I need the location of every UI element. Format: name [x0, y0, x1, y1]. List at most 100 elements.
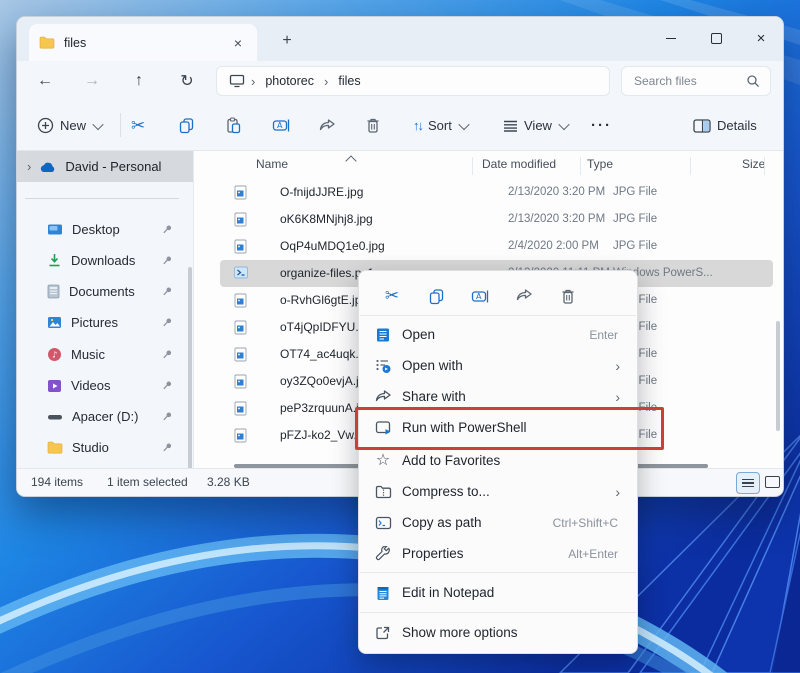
- chevron-down-icon: [458, 118, 469, 129]
- jpg-file-icon: [234, 185, 247, 200]
- vertical-scrollbar[interactable]: [776, 321, 780, 431]
- copy-icon: [428, 288, 445, 305]
- menu-item-compress-to[interactable]: Compress to... ›: [364, 477, 632, 507]
- cut-button[interactable]: ✂: [375, 281, 409, 311]
- sidebar-item-music[interactable]: ♪ Music: [21, 340, 181, 369]
- compress-icon: [374, 483, 392, 501]
- column-divider[interactable]: [690, 157, 691, 175]
- delete-button[interactable]: [551, 281, 585, 311]
- back-button[interactable]: ←: [30, 66, 60, 96]
- pictures-icon: [47, 316, 62, 329]
- documents-icon: [47, 284, 60, 299]
- forward-button[interactable]: →: [77, 66, 107, 96]
- copy-button[interactable]: [419, 281, 453, 311]
- breadcrumb[interactable]: › photorec › files: [216, 66, 610, 96]
- menu-item-edit-in-notepad[interactable]: Edit in Notepad: [364, 578, 632, 608]
- sidebar-item-desktop[interactable]: Desktop: [21, 215, 181, 244]
- jpg-file-icon: [234, 374, 247, 389]
- menu-item-share-with[interactable]: Share with ›: [364, 382, 632, 412]
- column-header-name[interactable]: Name: [256, 157, 288, 171]
- pin-icon: [162, 442, 173, 453]
- svg-text:♪: ♪: [52, 351, 57, 361]
- tab-close-icon[interactable]: ×: [229, 34, 247, 52]
- desktop: files × + × ← → ↑ ↻ › photorec › files: [0, 0, 800, 673]
- menu-item-open[interactable]: Open Enter: [364, 320, 632, 350]
- copy-icon: [178, 117, 195, 134]
- copy-button[interactable]: [170, 109, 203, 142]
- close-button[interactable]: ×: [744, 23, 778, 53]
- sidebar-item-label: Apacer (D:): [72, 409, 153, 424]
- menu-item-copy-as-path[interactable]: Copy as path Ctrl+Shift+C: [364, 508, 632, 538]
- svg-text:A: A: [277, 121, 283, 130]
- menu-item-properties[interactable]: Properties Alt+Enter: [364, 539, 632, 569]
- menu-item-show-more-options[interactable]: Show more options: [364, 618, 632, 648]
- chevron-down-icon: [558, 118, 569, 129]
- cut-button[interactable]: ✂: [123, 109, 153, 142]
- trash-icon: [560, 288, 576, 305]
- quick-actions-row: ✂ A: [369, 279, 627, 313]
- rename-button[interactable]: A: [463, 281, 497, 311]
- show-more-icon: [374, 624, 392, 642]
- share-button[interactable]: [310, 109, 344, 142]
- sidebar-item-drive-d[interactable]: Apacer (D:): [21, 402, 181, 431]
- column-divider[interactable]: [764, 157, 765, 175]
- search-box[interactable]: [621, 66, 771, 96]
- menu-item-run-with-powershell[interactable]: Run with PowerShell: [364, 413, 632, 443]
- wrench-icon: [374, 545, 392, 563]
- sort-button[interactable]: ↑↓ Sort: [405, 109, 476, 142]
- new-tab-button[interactable]: +: [275, 29, 299, 53]
- refresh-button[interactable]: ↻: [172, 66, 202, 96]
- sidebar-item-onedrive[interactable]: › David - Personal: [17, 151, 193, 182]
- see-more-button[interactable]: ···: [583, 109, 620, 142]
- document-open-icon: [374, 326, 392, 344]
- rename-button[interactable]: A: [264, 109, 298, 142]
- column-header-size[interactable]: Size: [742, 157, 765, 171]
- sidebar-item-videos[interactable]: Videos: [21, 371, 181, 400]
- column-divider[interactable]: [580, 157, 581, 175]
- maximize-button[interactable]: [699, 23, 733, 53]
- thumbnail-view-icon: [765, 476, 780, 488]
- view-button[interactable]: View: [495, 109, 576, 142]
- downloads-icon: [47, 253, 62, 268]
- file-row[interactable]: O-fnijdJJRE.jpg 2/13/2020 3:20 PM JPG Fi…: [220, 179, 773, 206]
- pin-icon: [162, 224, 173, 235]
- sort-ascending-icon: [345, 155, 356, 166]
- cut-icon: ✂: [385, 286, 399, 306]
- sidebar-item-documents[interactable]: Documents: [21, 277, 181, 306]
- up-button[interactable]: ↑: [124, 66, 154, 96]
- thumbnail-view-toggle[interactable]: [761, 472, 783, 492]
- search-input[interactable]: [632, 73, 746, 89]
- chevron-right-icon: ›: [245, 74, 261, 89]
- sidebar-item-pictures[interactable]: Pictures: [21, 308, 181, 337]
- share-button[interactable]: [507, 281, 541, 311]
- details-button-label: Details: [717, 118, 757, 133]
- rename-icon: A: [272, 117, 290, 134]
- chevron-right-icon: ›: [615, 389, 620, 405]
- share-icon: [515, 288, 533, 304]
- pin-icon: [162, 317, 173, 328]
- column-header-type[interactable]: Type: [587, 157, 613, 171]
- paste-button[interactable]: [217, 109, 250, 142]
- tab-files[interactable]: files ×: [29, 24, 257, 61]
- column-divider[interactable]: [472, 157, 473, 175]
- new-button[interactable]: New: [29, 109, 110, 142]
- delete-button[interactable]: [357, 109, 389, 142]
- menu-item-add-to-favorites[interactable]: ☆ Add to Favorites: [364, 446, 632, 476]
- details-view-toggle[interactable]: [736, 472, 760, 494]
- breadcrumb-item-photorec[interactable]: photorec: [261, 74, 318, 88]
- file-row[interactable]: oK6K8MNjhj8.jpg 2/13/2020 3:20 PM JPG Fi…: [220, 206, 773, 233]
- sort-button-label: Sort: [428, 118, 452, 133]
- minimize-button[interactable]: [654, 23, 688, 53]
- copy-path-icon: [374, 514, 392, 532]
- sidebar-item-downloads[interactable]: Downloads: [21, 246, 181, 275]
- column-header-date[interactable]: Date modified: [482, 157, 556, 171]
- breadcrumb-item-files[interactable]: files: [334, 74, 364, 88]
- sidebar-item-studio[interactable]: Studio: [21, 433, 181, 462]
- sidebar: › David - Personal Desktop Downloads: [17, 151, 193, 469]
- chevron-right-icon: ›: [318, 74, 334, 89]
- file-row[interactable]: OqP4uMDQ1e0.jpg 2/4/2020 2:00 PM JPG Fil…: [220, 233, 773, 260]
- folder-icon: [47, 441, 63, 454]
- details-button[interactable]: Details: [685, 109, 765, 142]
- menu-item-open-with[interactable]: Open with ›: [364, 351, 632, 381]
- sidebar-scrollbar[interactable]: [188, 267, 192, 487]
